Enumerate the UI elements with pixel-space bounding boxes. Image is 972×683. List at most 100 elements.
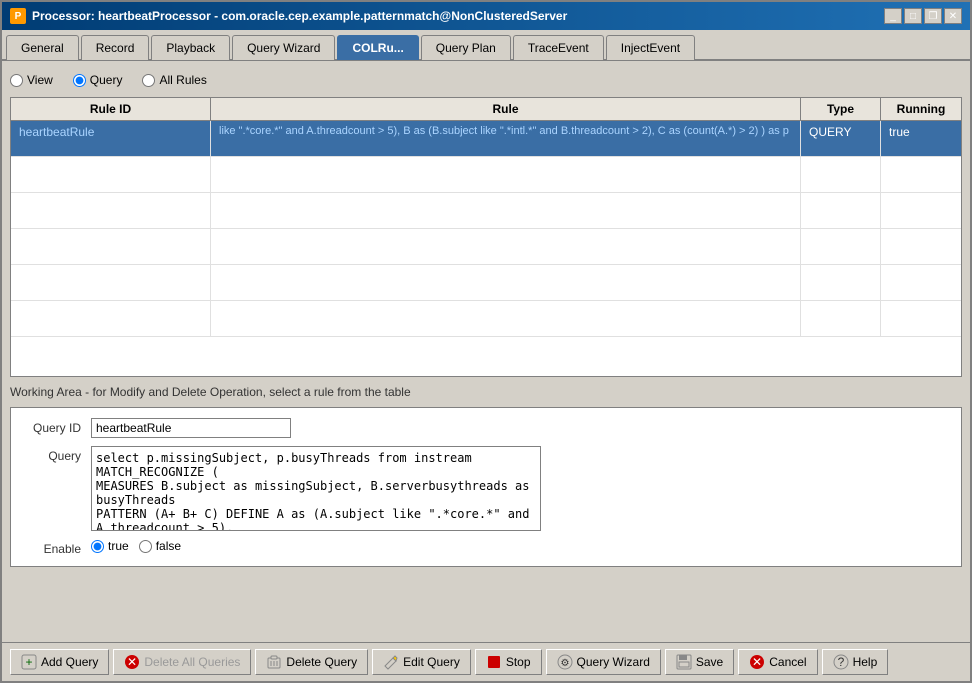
- query-textarea[interactable]: select p.missingSubject, p.busyThreads f…: [91, 446, 541, 531]
- cell-type: [801, 301, 881, 336]
- enable-true-label[interactable]: true: [91, 539, 129, 553]
- cell-rule: [211, 265, 801, 300]
- tab-query-plan[interactable]: Query Plan: [421, 35, 511, 60]
- tab-trace-event[interactable]: TraceEvent: [513, 35, 604, 60]
- cell-ruleid: [11, 265, 211, 300]
- col-header-rule: Rule: [211, 98, 801, 120]
- cell-ruleid: heartbeatRule: [11, 121, 211, 156]
- query-wizard-button[interactable]: ⚙ Query Wizard: [546, 649, 661, 675]
- cell-running: [881, 301, 961, 336]
- query-row: Query select p.missingSubject, p.busyThr…: [21, 446, 951, 531]
- help-button[interactable]: ? Help: [822, 649, 889, 675]
- cell-running: [881, 193, 961, 228]
- cell-running: true: [881, 121, 961, 156]
- delete-all-label: Delete All Queries: [144, 655, 240, 669]
- query-id-label: Query ID: [21, 418, 81, 435]
- delete-all-queries-button[interactable]: ✕ Delete All Queries: [113, 649, 251, 675]
- restore-button[interactable]: ❐: [924, 8, 942, 24]
- form-area: Query ID Query select p.missingSubject, …: [10, 407, 962, 567]
- save-icon: [676, 654, 692, 670]
- cell-type: QUERY: [801, 121, 881, 156]
- minimize-button[interactable]: _: [884, 8, 902, 24]
- window-title: Processor: heartbeatProcessor - com.orac…: [32, 9, 878, 23]
- tab-record[interactable]: Record: [81, 35, 150, 60]
- query-radio[interactable]: [73, 74, 86, 87]
- all-rules-radio-label[interactable]: All Rules: [142, 73, 206, 87]
- stop-button[interactable]: Stop: [475, 649, 542, 675]
- cancel-icon: ✕: [749, 654, 765, 670]
- tabs-bar: General Record Playback Query Wizard COL…: [2, 30, 970, 61]
- delete-query-label: Delete Query: [286, 655, 357, 669]
- tab-inject-event[interactable]: InjectEvent: [606, 35, 695, 60]
- cell-ruleid: [11, 193, 211, 228]
- query-radio-label[interactable]: Query: [73, 73, 123, 87]
- svg-text:✕: ✕: [752, 655, 762, 669]
- svg-text:?: ?: [837, 655, 844, 669]
- help-icon: ?: [833, 654, 849, 670]
- window-controls: _ □ ❐ ✕: [884, 8, 962, 24]
- col-header-running: Running: [881, 98, 961, 120]
- query-id-row: Query ID: [21, 418, 951, 438]
- cancel-button[interactable]: ✕ Cancel: [738, 649, 817, 675]
- enable-false-label[interactable]: false: [139, 539, 181, 553]
- query-label: Query: [90, 73, 123, 87]
- rule-text: like ".*core.*" and A.threadcount > 5), …: [219, 125, 789, 137]
- cell-rule: [211, 301, 801, 336]
- edit-query-label: Edit Query: [403, 655, 460, 669]
- col-header-ruleid: Rule ID: [11, 98, 211, 120]
- cell-running: [881, 265, 961, 300]
- cell-rule: [211, 229, 801, 264]
- edit-query-button[interactable]: Edit Query: [372, 649, 471, 675]
- footer: + Add Query ✕ Delete All Queries Delete …: [2, 642, 970, 681]
- close-button[interactable]: ✕: [944, 8, 962, 24]
- all-rules-radio[interactable]: [142, 74, 155, 87]
- tab-playback[interactable]: Playback: [151, 35, 230, 60]
- radio-group: View Query All Rules: [10, 69, 962, 91]
- table-body: heartbeatRule like ".*core.*" and A.thre…: [11, 121, 961, 371]
- help-label: Help: [853, 655, 878, 669]
- add-query-button[interactable]: + Add Query: [10, 649, 109, 675]
- main-content: View Query All Rules Rule ID Rule Type R…: [2, 61, 970, 642]
- delete-query-icon: [266, 654, 282, 670]
- table-row[interactable]: [11, 265, 961, 301]
- cell-type: [801, 229, 881, 264]
- add-query-label: Add Query: [41, 655, 98, 669]
- add-query-icon: +: [21, 654, 37, 670]
- enable-radio-group: true false: [91, 539, 181, 553]
- cancel-label: Cancel: [769, 655, 806, 669]
- enable-true-radio[interactable]: [91, 540, 104, 553]
- cell-type: [801, 265, 881, 300]
- cell-type: [801, 193, 881, 228]
- tab-query-wizard[interactable]: Query Wizard: [232, 35, 335, 60]
- edit-query-icon: [383, 654, 399, 670]
- cell-ruleid: [11, 301, 211, 336]
- table-header: Rule ID Rule Type Running: [11, 98, 961, 121]
- delete-query-button[interactable]: Delete Query: [255, 649, 368, 675]
- tab-general[interactable]: General: [6, 35, 79, 60]
- view-radio[interactable]: [10, 74, 23, 87]
- table-row[interactable]: [11, 301, 961, 337]
- table-row[interactable]: [11, 193, 961, 229]
- table-row[interactable]: [11, 157, 961, 193]
- enable-false-text: false: [156, 539, 181, 553]
- stop-icon: [486, 654, 502, 670]
- table-row[interactable]: heartbeatRule like ".*core.*" and A.thre…: [11, 121, 961, 157]
- working-area-label: Working Area - for Modify and Delete Ope…: [10, 383, 962, 401]
- stop-label: Stop: [506, 655, 531, 669]
- cell-rule: [211, 193, 801, 228]
- enable-false-radio[interactable]: [139, 540, 152, 553]
- table-row[interactable]: [11, 229, 961, 265]
- enable-true-text: true: [108, 539, 129, 553]
- save-button[interactable]: Save: [665, 649, 734, 675]
- tab-colru[interactable]: COLRu...: [337, 35, 418, 60]
- maximize-button[interactable]: □: [904, 8, 922, 24]
- cell-running: [881, 229, 961, 264]
- query-id-input[interactable]: [91, 418, 291, 438]
- view-radio-label[interactable]: View: [10, 73, 53, 87]
- cell-ruleid: [11, 157, 211, 192]
- cell-rule: like ".*core.*" and A.threadcount > 5), …: [211, 121, 801, 156]
- cell-type: [801, 157, 881, 192]
- save-label: Save: [696, 655, 723, 669]
- enable-row: Enable true false: [21, 539, 951, 556]
- rule-id-link[interactable]: heartbeatRule: [19, 125, 94, 139]
